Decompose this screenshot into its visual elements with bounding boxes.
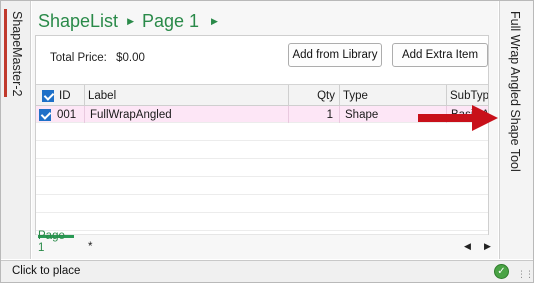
breadcrumb-separator-icon: ▶ — [127, 15, 134, 26]
right-tab-label: Full Wrap Angled Shape Tool — [508, 11, 522, 172]
tab-scroll-left-icon[interactable]: ◀ — [464, 241, 471, 252]
row-id-cell[interactable]: 001 — [36, 106, 85, 123]
row-qty[interactable]: 1 — [289, 106, 340, 123]
arrow-right-icon — [418, 105, 498, 131]
left-panel-tab[interactable]: ShapeMaster-2 — [1, 1, 31, 259]
table-row-empty — [36, 196, 488, 213]
breadcrumb-page[interactable]: Page 1 — [142, 11, 199, 32]
total-price-value: $0.00 — [116, 52, 145, 64]
add-extra-item-button[interactable]: Add Extra Item — [392, 43, 488, 67]
shape-list-panel: Total Price: $0.00 Add from Library Add … — [35, 35, 489, 259]
left-tab-label: ShapeMaster-2 — [10, 11, 24, 97]
breadcrumb-expand-icon[interactable]: ▶ — [211, 16, 218, 27]
table-row-empty — [36, 142, 488, 159]
table-row-empty — [36, 214, 488, 231]
table-row-empty — [36, 160, 488, 177]
breadcrumb-root[interactable]: ShapeList — [38, 11, 118, 32]
row-label[interactable]: FullWrapAngled — [85, 106, 289, 123]
total-price-label: Total Price: — [50, 52, 107, 64]
table-row-empty — [36, 178, 488, 195]
column-header-id[interactable]: ID — [36, 85, 85, 106]
page-tab-strip: Page 1 * ◀ ▶ — [32, 230, 498, 259]
column-header-type[interactable]: Type — [340, 85, 447, 106]
tab-scroll-right-icon[interactable]: ▶ — [484, 241, 491, 252]
grid-header: ID Label Qty Type SubType — [36, 85, 488, 106]
column-header-subtype[interactable]: SubType — [447, 85, 488, 106]
row-id: 001 — [57, 108, 77, 121]
column-header-qty[interactable]: Qty — [289, 85, 340, 106]
status-bar: Click to place ✓ ⋮⋮ — [1, 260, 534, 282]
tab-new-page[interactable]: * — [88, 241, 92, 253]
column-header-id-label: ID — [59, 89, 71, 102]
check-status-icon: ✓ — [494, 264, 509, 279]
resize-grip-icon[interactable]: ⋮⋮ — [517, 269, 534, 280]
select-all-checkbox[interactable] — [42, 89, 54, 102]
total-price: Total Price: $0.00 — [50, 52, 145, 64]
left-tab-active-indicator — [4, 9, 7, 97]
right-panel-tab[interactable]: Full Wrap Angled Shape Tool — [499, 1, 533, 259]
column-header-label[interactable]: Label — [85, 85, 289, 106]
status-text: Click to place — [12, 265, 81, 277]
breadcrumb: ShapeList ▶ Page 1 ▶ — [38, 9, 218, 33]
add-from-library-button[interactable]: Add from Library — [288, 43, 382, 67]
row-checkbox[interactable] — [39, 108, 51, 121]
tab-page-1[interactable]: Page 1 — [38, 230, 74, 257]
